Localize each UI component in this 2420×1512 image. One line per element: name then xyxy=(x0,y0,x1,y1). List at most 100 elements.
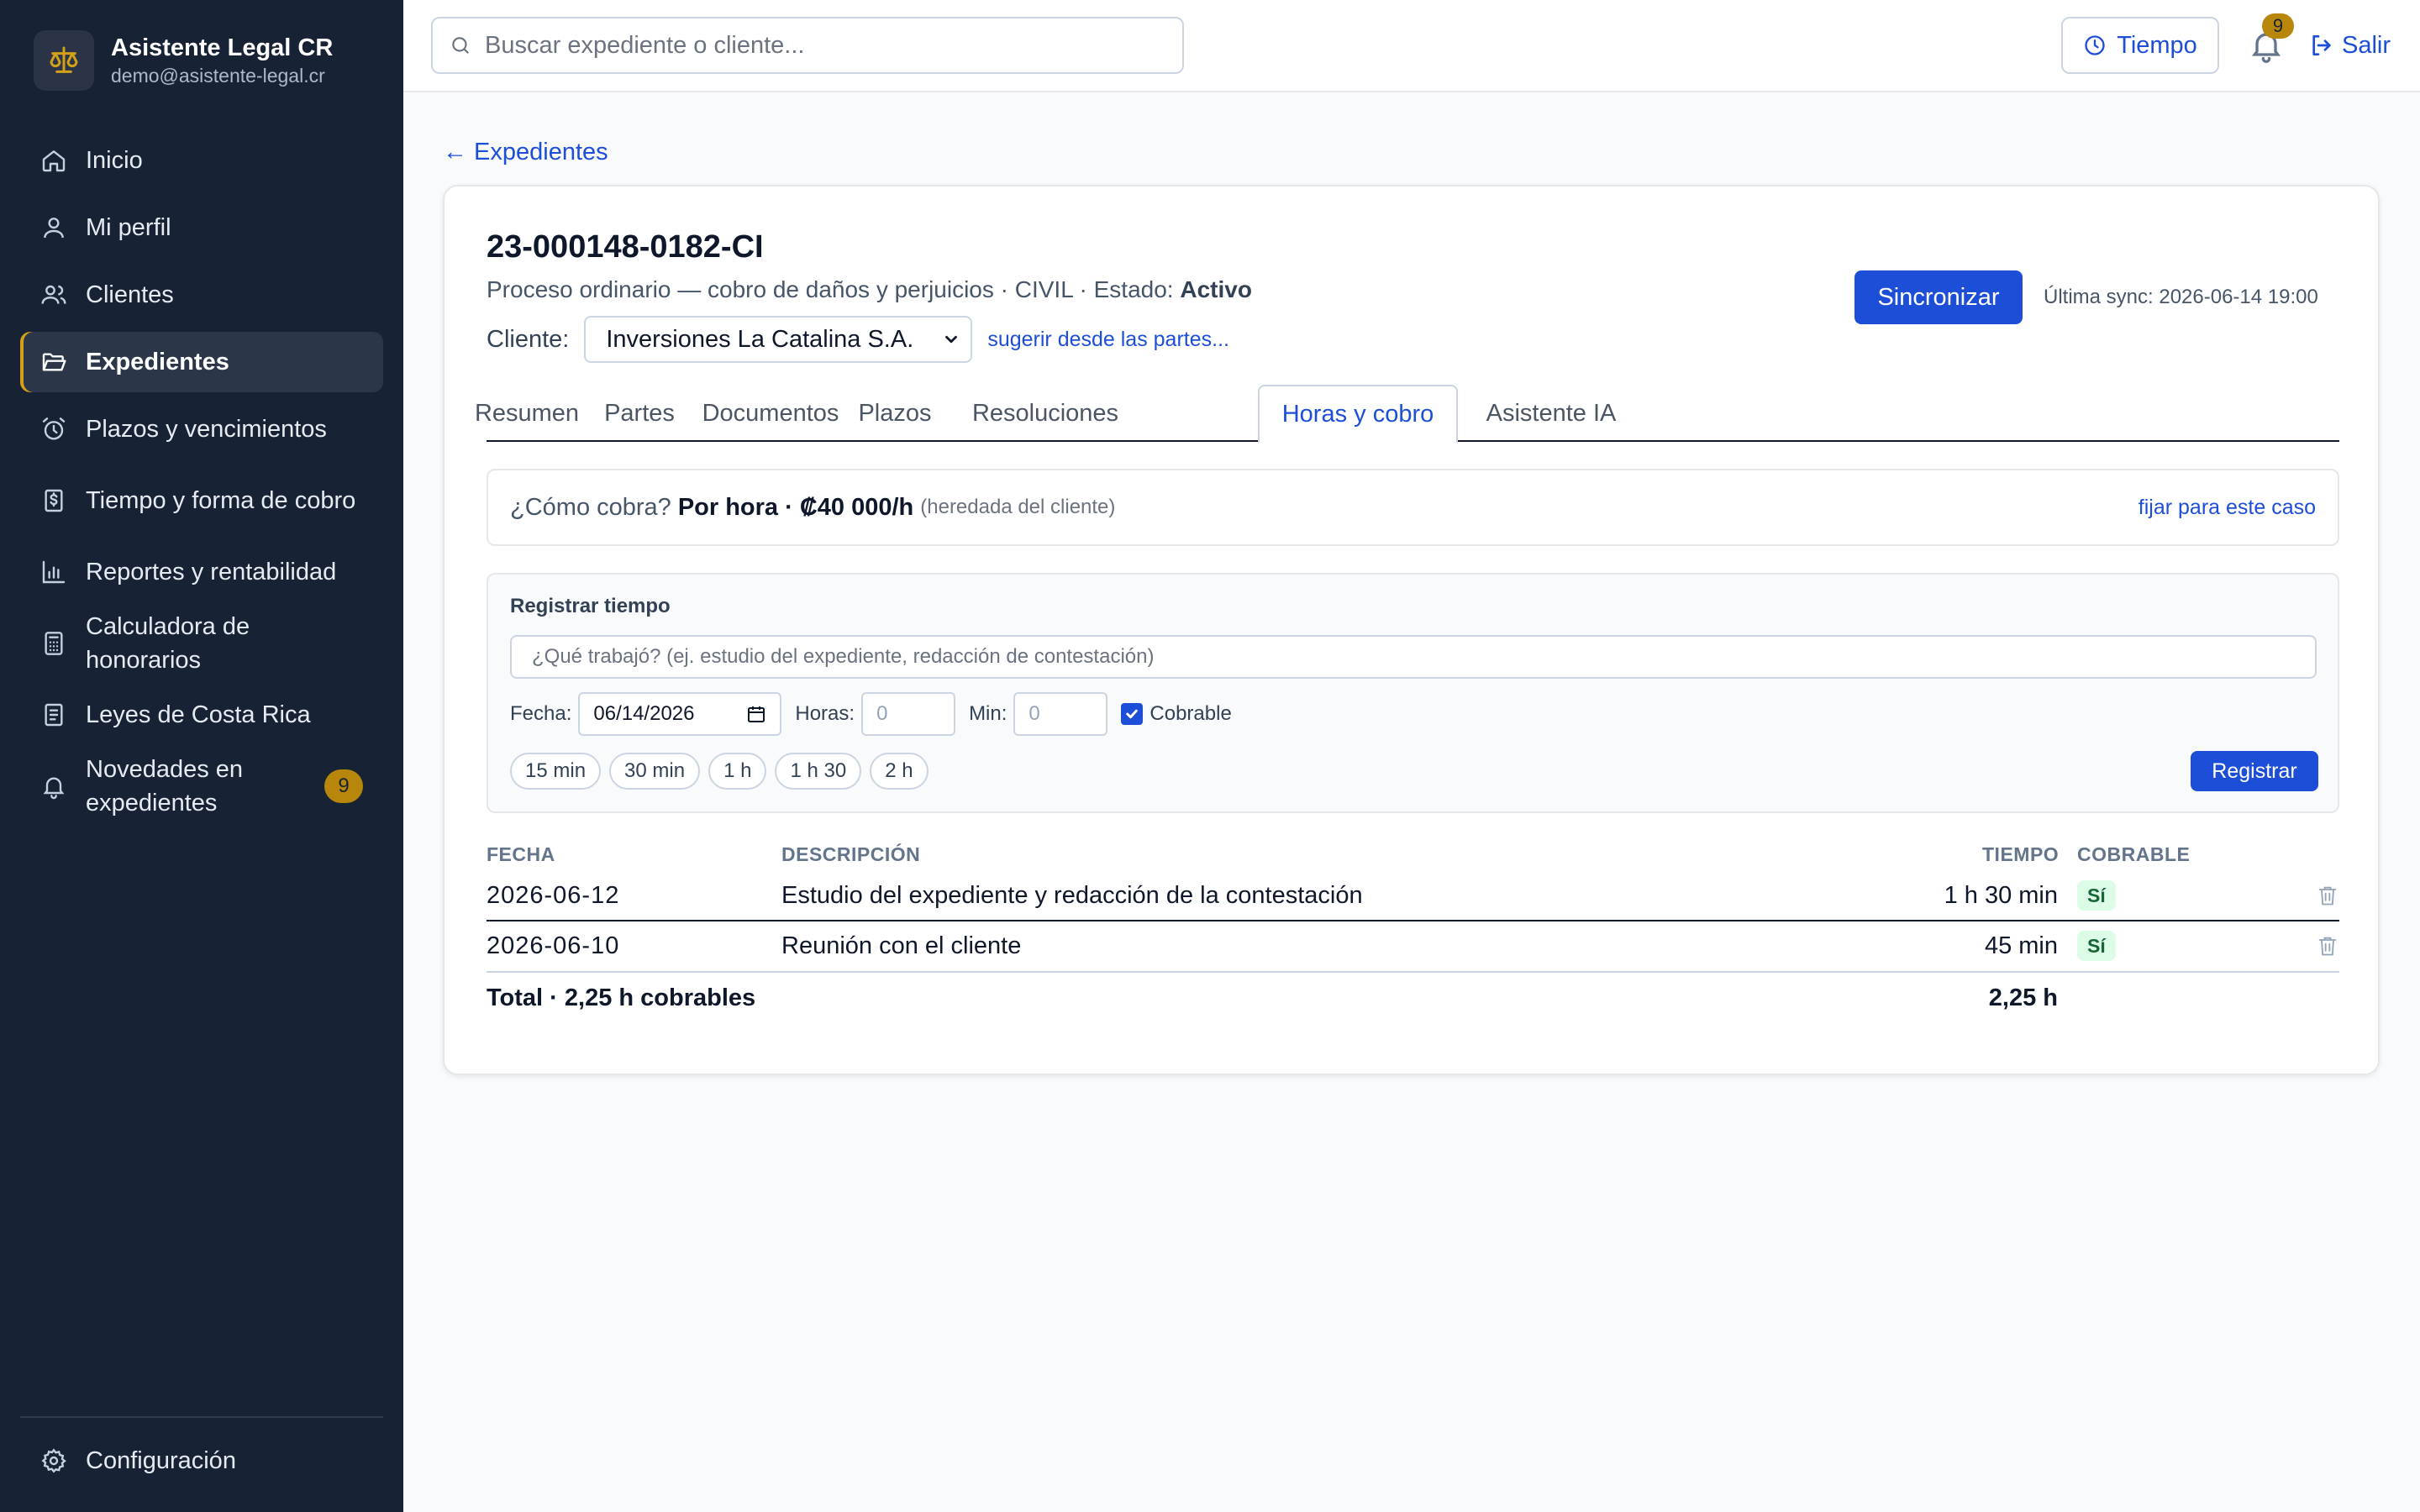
sidebar-item-calculadora[interactable]: Calculadora de honorarios xyxy=(20,609,383,678)
entry-date: 2026-06-12 xyxy=(487,881,620,909)
minutes-input[interactable]: 0 xyxy=(1013,692,1108,736)
back-to-expedientes-link[interactable]: ← Expedientes xyxy=(443,139,608,166)
sidebar-item-novedades[interactable]: Novedades en expedientes 9 xyxy=(20,752,383,821)
entry-time: 45 min xyxy=(1984,932,2058,959)
tab-documentos[interactable]: Documentos xyxy=(702,385,839,442)
billing-rate: Por hora · ₡40 000/h xyxy=(677,493,914,521)
user-icon xyxy=(44,218,64,239)
sidebar-item-leyes[interactable]: Leyes de Costa Rica xyxy=(20,685,383,745)
book-icon xyxy=(45,703,63,727)
sidebar-item-label: Expedientes xyxy=(86,349,229,375)
sidebar-item-expedientes[interactable]: Expedientes xyxy=(20,332,383,392)
search-input[interactable] xyxy=(485,31,1157,60)
hours-input[interactable]: 0 xyxy=(861,692,956,736)
quick-duration-chips: 15 min 30 min 1 h 1 h 30 2 h xyxy=(510,753,937,790)
sidebar-item-mi-perfil[interactable]: Mi perfil xyxy=(20,197,383,258)
billing-question: ¿Cómo cobra? xyxy=(510,493,671,521)
sidebar-nav: Inicio Mi perfil Clientes Expedientes Pl… xyxy=(20,130,383,827)
entry-description: Estudio del expediente y redacción de la… xyxy=(781,881,1363,909)
client-select-value: Inversiones La Catalina S.A. xyxy=(606,325,914,353)
search-box[interactable] xyxy=(431,17,1184,74)
sidebar-divider xyxy=(20,1416,383,1418)
billable-badge: Sí xyxy=(2077,880,2116,911)
chip-1-h-30[interactable]: 1 h 30 xyxy=(775,753,862,790)
tab-horas-cobro[interactable]: Horas y cobro xyxy=(1258,385,1458,444)
billing-inherited-note: (heredada del cliente) xyxy=(920,496,1116,518)
sidebar: Asistente Legal CR demo@asistente-legal.… xyxy=(0,0,403,1512)
billable-badge: Sí xyxy=(2077,931,2116,961)
last-sync-text: Última sync: 2026-06-14 19:00 xyxy=(2044,286,2318,308)
sync-button[interactable]: Sincronizar xyxy=(1854,270,2023,324)
bar-chart-icon xyxy=(42,560,66,584)
sidebar-item-reportes[interactable]: Reportes y rentabilidad xyxy=(20,542,383,602)
notifications-count-badge: 9 xyxy=(2262,13,2294,39)
case-status: Activo xyxy=(1180,276,1252,302)
logout-icon xyxy=(2312,35,2331,55)
sidebar-item-inicio[interactable]: Inicio xyxy=(20,130,383,191)
header-descripcion: DESCRIPCIÓN xyxy=(781,843,921,865)
client-label: Cliente: xyxy=(487,325,570,353)
sidebar-item-clientes[interactable]: Clientes xyxy=(20,265,383,325)
header-cobrable: COBRABLE xyxy=(2077,843,2191,865)
sidebar-item-label: Novedades en expedientes xyxy=(86,756,244,816)
chip-2-h[interactable]: 2 h xyxy=(870,753,929,790)
register-time-title: Registrar tiempo xyxy=(510,595,671,617)
calculator-icon xyxy=(45,632,63,655)
sidebar-item-plazos[interactable]: Plazos y vencimientos xyxy=(20,399,383,459)
alarm-clock-icon xyxy=(42,417,66,440)
billable-checkbox[interactable] xyxy=(1121,703,1144,725)
table-row: 2026-06-12 Estudio del expediente y reda… xyxy=(487,870,2339,921)
date-value: 06/14/2026 xyxy=(593,702,695,725)
suggest-from-parties-link[interactable]: sugerir desde las partes... xyxy=(987,328,1229,352)
total-value: 2,25 h xyxy=(1988,984,2058,1011)
register-fields-row: Fecha: 06/14/2026 Horas: 0 Min: 0 Cobrab… xyxy=(510,692,1232,736)
sidebar-item-label: Leyes de Costa Rica xyxy=(86,701,311,728)
sidebar-item-label: Reportes y rentabilidad xyxy=(86,559,337,585)
calendar-icon xyxy=(748,706,765,722)
case-description: Proceso ordinario — cobro de daños y per… xyxy=(487,275,1252,305)
users-icon xyxy=(41,285,66,304)
bell-icon xyxy=(43,777,65,800)
hours-label: Horas: xyxy=(795,702,855,725)
tab-plazos[interactable]: Plazos xyxy=(851,385,939,442)
date-label: Fecha: xyxy=(510,702,572,725)
register-button[interactable]: Registrar xyxy=(2191,751,2318,791)
set-for-case-link[interactable]: fijar para este caso xyxy=(2139,496,2316,520)
chip-1-h[interactable]: 1 h xyxy=(708,753,767,790)
brand[interactable]: Asistente Legal CR demo@asistente-legal.… xyxy=(34,30,333,91)
client-select[interactable]: Inversiones La Catalina S.A. xyxy=(584,316,973,363)
header-tiempo: TIEMPO xyxy=(1982,843,2060,865)
tab-resoluciones[interactable]: Resoluciones xyxy=(959,385,1132,442)
user-email: demo@asistente-legal.cr xyxy=(111,65,325,87)
minutes-label: Min: xyxy=(969,702,1007,725)
clock-icon xyxy=(2085,35,2105,55)
total-divider xyxy=(487,971,2339,973)
date-input[interactable]: 06/14/2026 xyxy=(578,692,782,736)
notifications-badge: 9 xyxy=(324,769,363,803)
work-description-input[interactable]: ¿Qué trabajó? (ej. estudio del expedient… xyxy=(510,635,2317,679)
table-row: 2026-06-10 Reunión con el cliente 45 min… xyxy=(487,921,2339,971)
sidebar-item-label: Tiempo y forma de cobro xyxy=(86,487,356,514)
chevron-down-icon xyxy=(945,335,958,344)
logout-label: Salir xyxy=(2342,31,2391,59)
tab-asistente-ia[interactable]: Asistente IA xyxy=(1471,385,1631,442)
delete-entry-trash-icon[interactable] xyxy=(2316,882,2339,909)
sidebar-item-label: Clientes xyxy=(86,281,174,308)
tab-partes[interactable]: Partes xyxy=(592,385,687,442)
chip-30-min[interactable]: 30 min xyxy=(609,753,701,790)
case-card: 23-000148-0182-CI Proceso ordinario — co… xyxy=(443,185,2380,1075)
billable-label: Cobrable xyxy=(1150,702,1232,725)
delete-entry-trash-icon[interactable] xyxy=(2316,932,2339,959)
chip-15-min[interactable]: 15 min xyxy=(510,753,602,790)
logout-button[interactable]: Salir xyxy=(2308,25,2391,66)
sidebar-item-tiempo-cobro[interactable]: Tiempo y forma de cobro xyxy=(20,466,383,535)
tiempo-button[interactable]: Tiempo xyxy=(2061,17,2219,74)
sidebar-item-configuracion[interactable]: Configuración xyxy=(20,1431,383,1491)
sidebar-item-label: Plazos y vencimientos xyxy=(86,416,327,443)
gear-icon xyxy=(41,1448,66,1473)
folder-open-icon xyxy=(42,353,66,371)
topbar: Tiempo 9 Salir xyxy=(403,0,2420,92)
tab-resumen[interactable]: Resumen xyxy=(475,385,579,442)
client-row: Cliente: Inversiones La Catalina S.A. su… xyxy=(487,316,1229,363)
home-icon xyxy=(42,150,66,172)
